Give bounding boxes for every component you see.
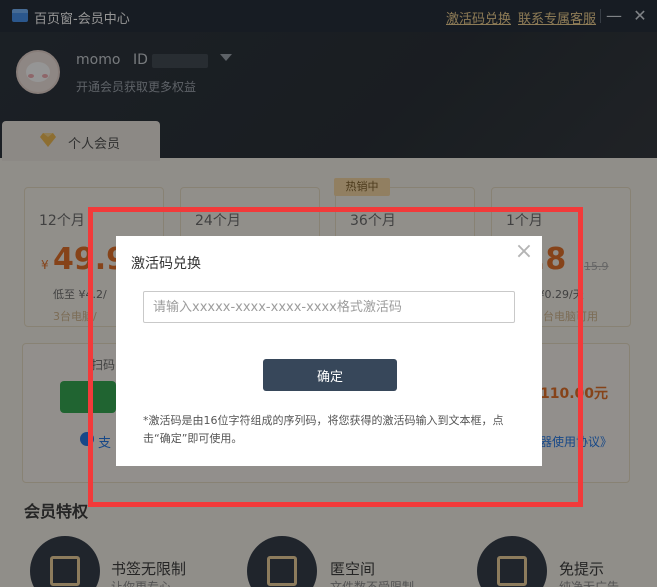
redeem-code-dialog: 激活码兑换 × 确定 *激活码是由16位字符组成的序列码，将您获得的激活码输入到… xyxy=(116,236,542,466)
close-icon[interactable]: × xyxy=(514,241,534,263)
activation-code-input[interactable] xyxy=(143,291,515,323)
confirm-button[interactable]: 确定 xyxy=(263,359,397,391)
activation-note: *激活码是由16位字符组成的序列码，将您获得的激活码输入到文本框，点击“确定”即… xyxy=(143,414,504,445)
dialog-title: 激活码兑换 xyxy=(131,256,201,272)
